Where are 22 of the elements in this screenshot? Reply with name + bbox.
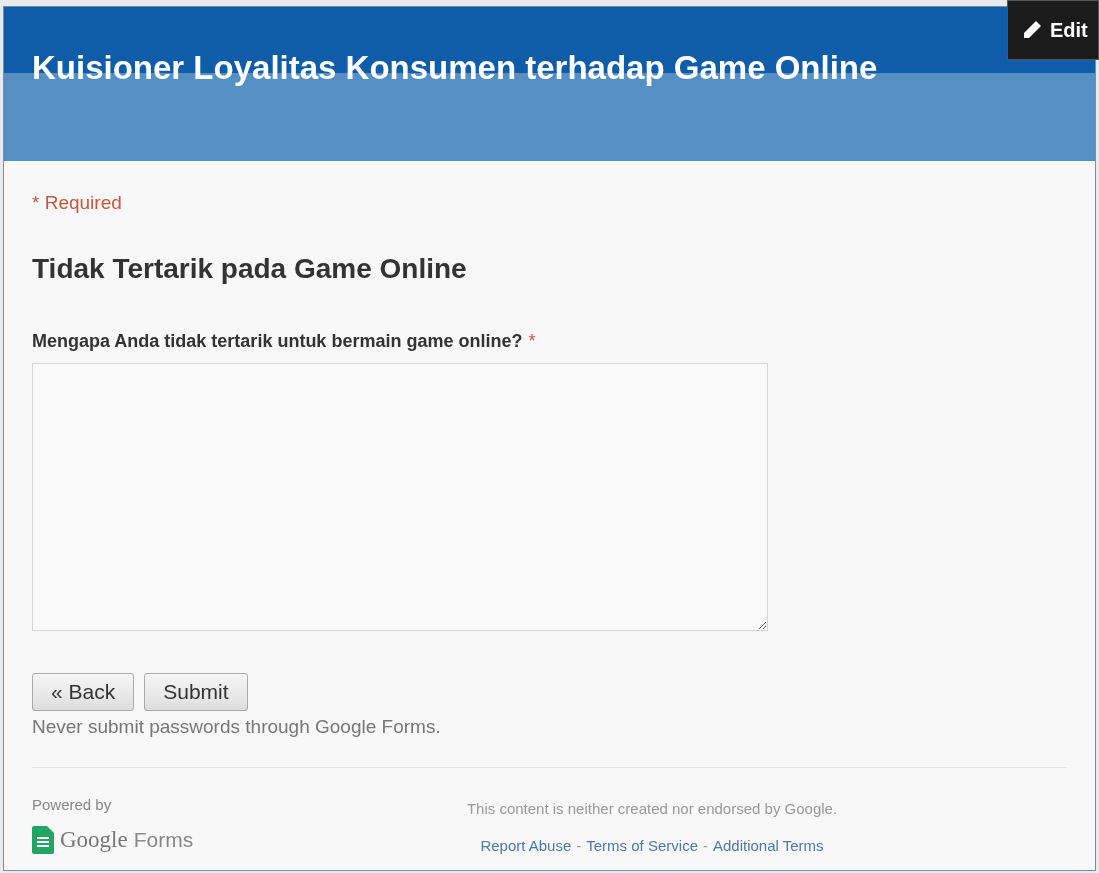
required-note: * Required <box>32 191 123 215</box>
link-separator: - <box>703 835 708 856</box>
logo-product-name: Forms <box>133 827 194 853</box>
question-label: Mengapa Anda tidak tertarik untuk bermain game online? <box>32 329 523 353</box>
disclaimer-text: This content is neither created nor endorsed by Google. <box>466 799 838 819</box>
submit-button[interactable]: Submit <box>144 672 248 711</box>
password-warning: Never submit passwords through Google Forms. <box>32 714 442 739</box>
logo-wordmark: Google <box>60 825 128 854</box>
edit-button[interactable]: Edit <box>1007 0 1099 60</box>
back-button[interactable]: « Back <box>32 672 135 711</box>
document-icon <box>32 825 54 854</box>
footer-link[interactable]: Additional Terms <box>713 834 824 857</box>
section-title: Tidak Tertarik pada Game Online <box>32 251 468 286</box>
pencil-icon <box>1022 20 1042 40</box>
required-mark: * <box>528 329 536 353</box>
answer-box[interactable] <box>32 362 768 631</box>
link-separator: - <box>576 835 582 856</box>
form-title: Kuisioner Loyalitas Konsumen terhadap Game Online <box>32 48 879 88</box>
footer-link[interactable]: Report Abuse <box>480 834 572 857</box>
footer-link[interactable]: Terms of Service <box>586 834 698 857</box>
google-forms-logo[interactable]: Google Forms <box>32 822 392 857</box>
powered-by-label: Powered by <box>32 795 113 815</box>
